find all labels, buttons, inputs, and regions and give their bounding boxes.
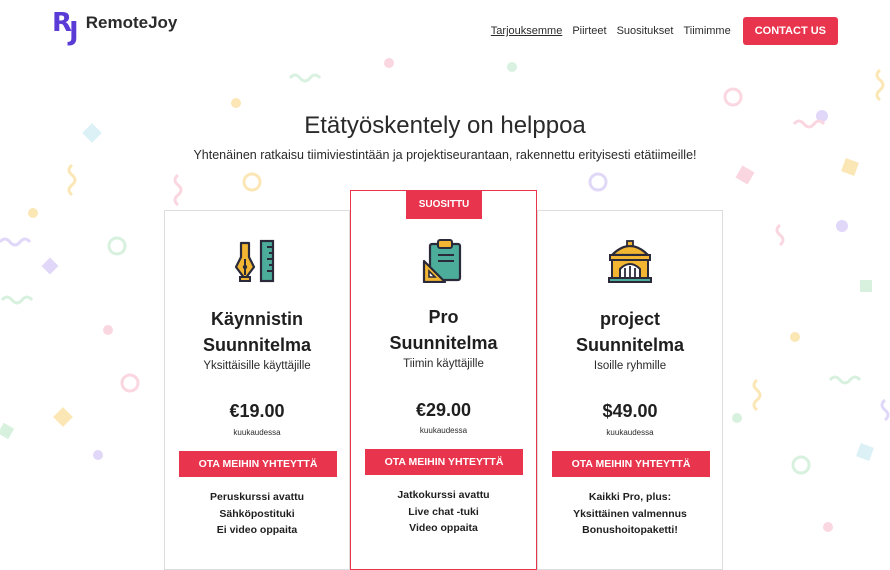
clipboard-set-square-icon bbox=[422, 239, 461, 283]
feature-item: Jatkokurssi avattu bbox=[397, 489, 490, 501]
site-header: RJ RemoteJoy Tarjouksemme Piirteet Suosi… bbox=[0, 0, 890, 60]
popular-badge: SUOSITTU bbox=[406, 191, 482, 219]
plan-name-line2: Suunnitelma bbox=[202, 335, 311, 355]
contact-plan-button[interactable]: OTA MEIHIN YHTEYTTÄ bbox=[552, 451, 710, 477]
nav-link-tiimimme[interactable]: Tiimimme bbox=[683, 25, 730, 37]
plan-name-line1: Pro bbox=[428, 307, 459, 327]
plan-name: Käynnistin Suunnitelma bbox=[165, 306, 349, 358]
plan-name: project Suunnitelma bbox=[538, 306, 722, 358]
nav-link-tarjouksemme[interactable]: Tarjouksemme bbox=[491, 25, 563, 37]
plan-audience: Tiimin käyttäjille bbox=[403, 358, 484, 370]
plan-audience: Yksittäisille käyttäjille bbox=[203, 360, 311, 372]
pen-and-ruler-icon bbox=[235, 239, 275, 283]
plan-period: kuukaudessa bbox=[419, 426, 468, 435]
plan-name-line1: Käynnistin bbox=[210, 309, 303, 329]
brand-name: RemoteJoy bbox=[85, 13, 178, 32]
feature-list: Kaikki Pro, plus: Yksittäinen valmennus … bbox=[538, 489, 722, 539]
plan-period: kuukaudessa bbox=[606, 428, 654, 437]
feature-item: Sähköpostituki bbox=[219, 507, 295, 520]
plan-name-line1: project bbox=[599, 309, 660, 329]
plan-card-starter: Käynnistin Suunnitelma Yksittäisille käy… bbox=[164, 210, 350, 570]
brand-logo[interactable]: RJ RemoteJoy bbox=[52, 8, 178, 47]
contact-plan-button[interactable]: OTA MEIHIN YHTEYTTÄ bbox=[365, 449, 523, 475]
plan-name-line2: Suunnitelma bbox=[389, 333, 498, 353]
feature-item: Live chat -tuki bbox=[408, 505, 479, 518]
plan-card-pro: SUOSITTU Pro Suunnitelma Tiimin käyttäji… bbox=[350, 190, 537, 570]
hero-title: Etätyöskentely on helppoa bbox=[304, 112, 586, 139]
feature-item: Kaikki Pro, plus: bbox=[588, 491, 672, 503]
plan-audience: Isoille ryhmille bbox=[593, 360, 667, 372]
plan-card-project: project Suunnitelma Isoille ryhmille $49… bbox=[537, 210, 723, 570]
feature-list: Peruskurssi avattu Sähköpostituki Ei vid… bbox=[165, 489, 349, 539]
nav-link-piirteet[interactable]: Piirteet bbox=[572, 25, 606, 37]
nav-link-suositukset[interactable]: Suositukset bbox=[617, 25, 674, 37]
plan-period: kuukaudessa bbox=[233, 428, 281, 437]
logo-mark: RJ bbox=[52, 8, 79, 47]
feature-item: Video oppaita bbox=[409, 522, 478, 534]
feature-list: Jatkokurssi avattu Live chat -tuki Video… bbox=[351, 487, 536, 537]
plan-price: €29.00 bbox=[415, 400, 472, 420]
main-nav: Tarjouksemme Piirteet Suositukset Tiimim… bbox=[491, 17, 838, 45]
feature-item: Bonushoitopaketti! bbox=[582, 524, 678, 536]
contact-us-button[interactable]: CONTACT US bbox=[742, 17, 838, 45]
contact-plan-button[interactable]: OTA MEIHIN YHTEYTTÄ bbox=[179, 451, 337, 477]
plan-name-line2: Suunnitelma bbox=[575, 335, 684, 355]
feature-item: Peruskurssi avattu bbox=[210, 491, 304, 503]
hero-subtitle: Yhtenäinen ratkaisu tiimiviestintään ja … bbox=[193, 148, 697, 162]
building-icon bbox=[608, 240, 652, 283]
feature-item: Ei video oppaita bbox=[216, 524, 298, 536]
plan-price: €19.00 bbox=[229, 401, 285, 421]
feature-item: Yksittäinen valmennus bbox=[573, 507, 687, 520]
plan-price: $49.00 bbox=[602, 401, 658, 421]
plan-name: Pro Suunnitelma bbox=[351, 304, 536, 356]
